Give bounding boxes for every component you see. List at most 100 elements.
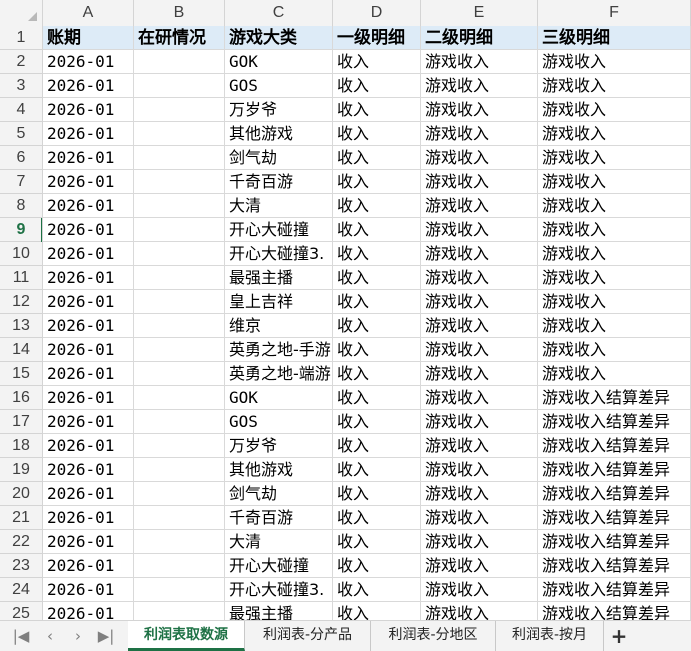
cell-period[interactable]: 2026-01: [43, 338, 134, 362]
header-cell-level1[interactable]: 一级明细: [333, 26, 421, 50]
cell-level2[interactable]: 游戏收入: [421, 338, 538, 362]
cell-level1[interactable]: 收入: [333, 218, 421, 242]
cell-category[interactable]: 大清: [225, 530, 333, 554]
row-header[interactable]: 12: [0, 290, 42, 314]
header-cell-level2[interactable]: 二级明细: [421, 26, 538, 50]
cell-level2[interactable]: 游戏收入: [421, 578, 538, 602]
cell-level2[interactable]: 游戏收入: [421, 122, 538, 146]
cell-status[interactable]: [134, 290, 225, 314]
cell-category[interactable]: 维京: [225, 314, 333, 338]
header-cell-level3[interactable]: 三级明细: [538, 26, 691, 50]
cell-level1[interactable]: 收入: [333, 506, 421, 530]
cell-category[interactable]: 英勇之地-端游: [225, 362, 333, 386]
cell-level1[interactable]: 收入: [333, 50, 421, 74]
cell-level2[interactable]: 游戏收入: [421, 362, 538, 386]
cell-level3[interactable]: 游戏收入: [538, 194, 691, 218]
cell-period[interactable]: 2026-01: [43, 218, 134, 242]
column-header-c[interactable]: C: [225, 0, 333, 26]
cell-status[interactable]: [134, 458, 225, 482]
cell-level1[interactable]: 收入: [333, 314, 421, 338]
cell-status[interactable]: [134, 146, 225, 170]
row-header[interactable]: 2: [0, 50, 42, 74]
cell-period[interactable]: 2026-01: [43, 242, 134, 266]
cell-level1[interactable]: 收入: [333, 386, 421, 410]
cell-level2[interactable]: 游戏收入: [421, 530, 538, 554]
cell-period[interactable]: 2026-01: [43, 266, 134, 290]
row-header[interactable]: 7: [0, 170, 42, 194]
select-all-corner[interactable]: [0, 0, 43, 26]
cell-status[interactable]: [134, 578, 225, 602]
cell-level3[interactable]: 游戏收入: [538, 98, 691, 122]
column-header-e[interactable]: E: [421, 0, 538, 26]
cell-level1[interactable]: 收入: [333, 194, 421, 218]
cell-status[interactable]: [134, 386, 225, 410]
column-header-b[interactable]: B: [134, 0, 225, 26]
column-header-f[interactable]: F: [538, 0, 691, 26]
cell-level2[interactable]: 游戏收入: [421, 482, 538, 506]
cell-level2[interactable]: 游戏收入: [421, 410, 538, 434]
cell-level1[interactable]: 收入: [333, 290, 421, 314]
cell-period[interactable]: 2026-01: [43, 362, 134, 386]
cell-period[interactable]: 2026-01: [43, 506, 134, 530]
row-header[interactable]: 10: [0, 242, 42, 266]
cell-level2[interactable]: 游戏收入: [421, 170, 538, 194]
sheet-tab-by-region[interactable]: 利润表-分地区: [371, 621, 496, 651]
cell-level1[interactable]: 收入: [333, 554, 421, 578]
cell-level3[interactable]: 游戏收入结算差异: [538, 410, 691, 434]
sheet-tab-by-product[interactable]: 利润表-分产品: [245, 621, 371, 651]
cell-level2[interactable]: 游戏收入: [421, 74, 538, 98]
row-header[interactable]: 21: [0, 506, 42, 530]
cell-category[interactable]: 最强主播: [225, 266, 333, 290]
cell-period[interactable]: 2026-01: [43, 194, 134, 218]
cell-period[interactable]: 2026-01: [43, 482, 134, 506]
cell-category[interactable]: 开心大碰撞: [225, 218, 333, 242]
cell-status[interactable]: [134, 338, 225, 362]
cell-level2[interactable]: 游戏收入: [421, 290, 538, 314]
header-cell-status[interactable]: 在研情况: [134, 26, 225, 50]
cell-category[interactable]: GOS: [225, 410, 333, 434]
cell-status[interactable]: [134, 98, 225, 122]
cell-period[interactable]: 2026-01: [43, 434, 134, 458]
row-header[interactable]: 9: [0, 218, 42, 242]
cell-period[interactable]: 2026-01: [43, 50, 134, 74]
cell-category[interactable]: 开心大碰撞3.: [225, 578, 333, 602]
cell-level2[interactable]: 游戏收入: [421, 194, 538, 218]
cell-category[interactable]: 皇上吉祥: [225, 290, 333, 314]
add-sheet-button[interactable]: +: [606, 621, 632, 651]
cell-level2[interactable]: 游戏收入: [421, 554, 538, 578]
cell-level1[interactable]: 收入: [333, 578, 421, 602]
cell-level2[interactable]: 游戏收入: [421, 242, 538, 266]
row-header[interactable]: 20: [0, 482, 42, 506]
cell-category[interactable]: 万岁爷: [225, 434, 333, 458]
cell-level3[interactable]: 游戏收入: [538, 170, 691, 194]
cell-level1[interactable]: 收入: [333, 362, 421, 386]
cell-level1[interactable]: 收入: [333, 74, 421, 98]
last-sheet-icon[interactable]: ▶|: [95, 625, 117, 647]
cell-level3[interactable]: 游戏收入结算差异: [538, 458, 691, 482]
row-header[interactable]: 14: [0, 338, 42, 362]
cell-period[interactable]: 2026-01: [43, 146, 134, 170]
cell-category[interactable]: GOS: [225, 74, 333, 98]
cell-level2[interactable]: 游戏收入: [421, 458, 538, 482]
row-header[interactable]: 11: [0, 266, 42, 290]
cell-level2[interactable]: 游戏收入: [421, 98, 538, 122]
cell-level2[interactable]: 游戏收入: [421, 506, 538, 530]
cell-category[interactable]: 英勇之地-手游: [225, 338, 333, 362]
cell-level2[interactable]: 游戏收入: [421, 50, 538, 74]
header-cell-category[interactable]: 游戏大类: [225, 26, 333, 50]
row-header[interactable]: 15: [0, 362, 42, 386]
row-header[interactable]: 23: [0, 554, 42, 578]
cell-period[interactable]: 2026-01: [43, 602, 134, 620]
cell-category[interactable]: 千奇百游: [225, 506, 333, 530]
cell-period[interactable]: 2026-01: [43, 98, 134, 122]
cell-status[interactable]: [134, 266, 225, 290]
cell-level3[interactable]: 游戏收入结算差异: [538, 386, 691, 410]
row-header[interactable]: 1: [0, 26, 42, 50]
cell-level1[interactable]: 收入: [333, 170, 421, 194]
cell-level2[interactable]: 游戏收入: [421, 314, 538, 338]
cell-category[interactable]: 剑气劫: [225, 146, 333, 170]
cell-period[interactable]: 2026-01: [43, 554, 134, 578]
cell-level3[interactable]: 游戏收入: [538, 122, 691, 146]
cell-level3[interactable]: 游戏收入结算差异: [538, 434, 691, 458]
cell-level2[interactable]: 游戏收入: [421, 218, 538, 242]
